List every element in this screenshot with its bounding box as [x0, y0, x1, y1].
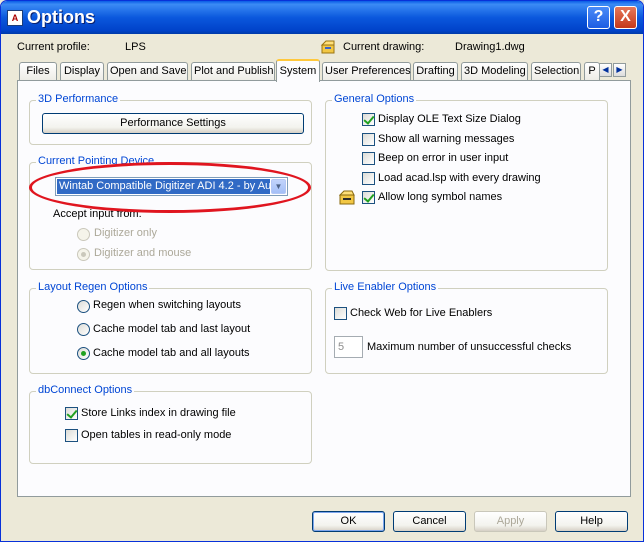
- group-title-dbconnect: dbConnect Options: [36, 384, 135, 396]
- ole-dialog-checkbox[interactable]: [362, 113, 375, 126]
- max-checks-label: Maximum number of unsuccessful checks: [367, 341, 572, 353]
- digitizer-and-mouse-radio[interactable]: [77, 248, 90, 261]
- panel-content: 3D Performance Performance Settings Curr…: [1, 1, 643, 541]
- group-title-pointing-device: Current Pointing Device: [36, 155, 157, 167]
- beep-on-error-checkbox[interactable]: [362, 152, 375, 165]
- digitizer-and-mouse-label: Digitizer and mouse: [94, 247, 192, 259]
- read-only-label: Open tables in read-only mode: [81, 429, 232, 441]
- dbconnect-group: dbConnect Options: [29, 384, 312, 464]
- warning-messages-checkbox[interactable]: [362, 133, 375, 146]
- group-title-general: General Options: [332, 93, 417, 105]
- max-checks-field[interactable]: 5: [334, 336, 363, 358]
- cache-last-layout-label: Cache model tab and last layout: [93, 323, 251, 335]
- live-enabler-group: Live Enabler Options: [325, 281, 608, 374]
- store-links-label: Store Links index in drawing file: [81, 407, 236, 419]
- check-web-checkbox[interactable]: [334, 307, 347, 320]
- store-links-checkbox[interactable]: [65, 407, 78, 420]
- performance-settings-button[interactable]: Performance Settings: [42, 113, 304, 134]
- accept-input-label: Accept input from:: [53, 208, 142, 220]
- warning-messages-label: Show all warning messages: [378, 133, 515, 145]
- long-symbol-names-label: Allow long symbol names: [378, 191, 503, 203]
- check-web-label: Check Web for Live Enablers: [350, 307, 493, 319]
- regen-switching-label: Regen when switching layouts: [93, 299, 241, 311]
- lisp-file-icon: [338, 189, 355, 205]
- digitizer-only-radio[interactable]: [77, 228, 90, 241]
- read-only-checkbox[interactable]: [65, 429, 78, 442]
- beep-on-error-label: Beep on error in user input: [378, 152, 509, 164]
- group-title-3d-performance: 3D Performance: [36, 93, 121, 105]
- pointing-device-select[interactable]: Wintab Compatible Digitizer ADI 4.2 - by…: [55, 177, 288, 196]
- group-title-live-enabler: Live Enabler Options: [332, 281, 439, 293]
- cache-all-layouts-label: Cache model tab and all layouts: [93, 347, 250, 359]
- long-symbol-names-checkbox[interactable]: [362, 191, 375, 204]
- pointing-device-selected: Wintab Compatible Digitizer ADI 4.2 - by…: [57, 179, 270, 194]
- group-title-layout-regen: Layout Regen Options: [36, 281, 150, 293]
- digitizer-only-label: Digitizer only: [94, 227, 157, 239]
- ole-dialog-label: Display OLE Text Size Dialog: [378, 113, 521, 125]
- chevron-down-icon[interactable]: ▼: [271, 179, 286, 194]
- options-dialog: A Options ? X Current profile: LPS Curre…: [0, 0, 644, 542]
- cache-last-layout-radio[interactable]: [77, 323, 90, 336]
- cache-all-layouts-radio[interactable]: [77, 347, 90, 360]
- load-acad-lsp-label: Load acad.lsp with every drawing: [378, 172, 541, 184]
- load-acad-lsp-checkbox[interactable]: [362, 172, 375, 185]
- regen-switching-radio[interactable]: [77, 300, 90, 313]
